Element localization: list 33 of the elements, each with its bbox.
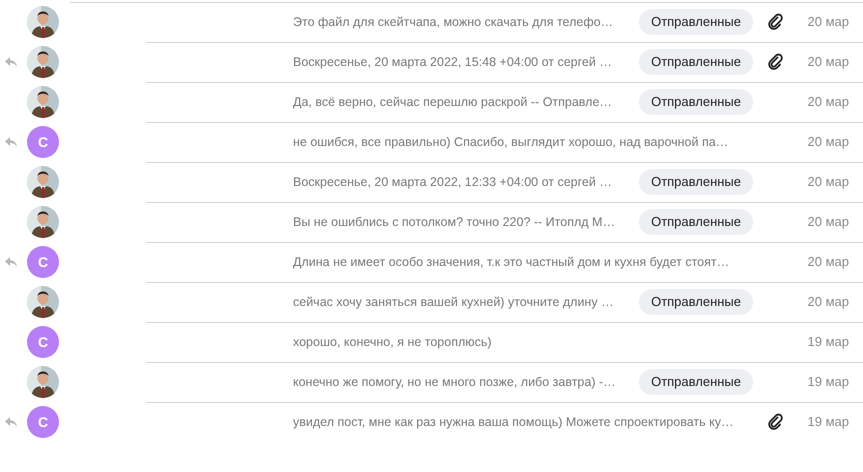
folder-label: Отправленные [639,49,753,75]
message-snippet: Воскресенье, 20 марта 2022, 15:48 +04:00 от сергей … [293,54,612,71]
message-date: 20 мар [806,53,849,72]
message-snippet: Это файл для скейтчапа, можно скачать для телефо… [293,14,614,31]
message-date: 20 мар [806,13,849,32]
message-snippet: не ошибся, все правильно) Спасибо, выглядит хорошо, над варочной па… [293,134,728,151]
folder-label: Отправленные [639,209,753,235]
message-snippet: Вы не ошиблись с потолком? точно 220? -- Итоплд М… [293,214,615,231]
message-date: 20 мар [806,213,849,232]
message-snippet: Да, всё верно, сейчас перешлю раскрой -- Отправле… [293,94,612,111]
folder-label: Отправленные [639,89,753,115]
message-date: 20 мар [806,93,849,112]
message-snippet: увидел пост, мне как раз нужна ваша помощь) Можете спроектировать ку… [293,414,734,431]
message-snippet: хорошо, конечно, я не тороплюсь) [293,334,492,351]
folder-label: Отправленные [639,169,753,195]
message-date: 20 мар [806,293,849,312]
message-date: 19 мар [806,413,849,432]
avatar-letter: С [27,246,59,278]
message-snippet: Воскресенье, 20 марта 2022, 12:33 +04:00 от сергей … [293,174,612,191]
message-date: 19 мар [806,373,849,392]
message-snippet: Длина не имеет особо значения, т.к это частный дом и кухня будет стоят… [293,254,730,271]
folder-label: Отправленные [639,369,753,395]
message-date: 20 мар [806,133,849,152]
avatar-letter: С [27,406,59,438]
message-snippet: конечно же помогу, но не много позже, либо завтра) -… [293,374,616,391]
avatar-letter: С [27,326,59,358]
message-snippet: сейчас хочу заняться вашей кухней) уточните длину … [293,294,614,311]
message-date: 20 мар [806,173,849,192]
folder-label: Отправленные [639,289,753,315]
message-date: 19 мар [806,333,849,352]
folder-label: Отправленные [639,9,753,35]
message-date: 20 мар [806,253,849,272]
avatar-letter: С [27,126,59,158]
